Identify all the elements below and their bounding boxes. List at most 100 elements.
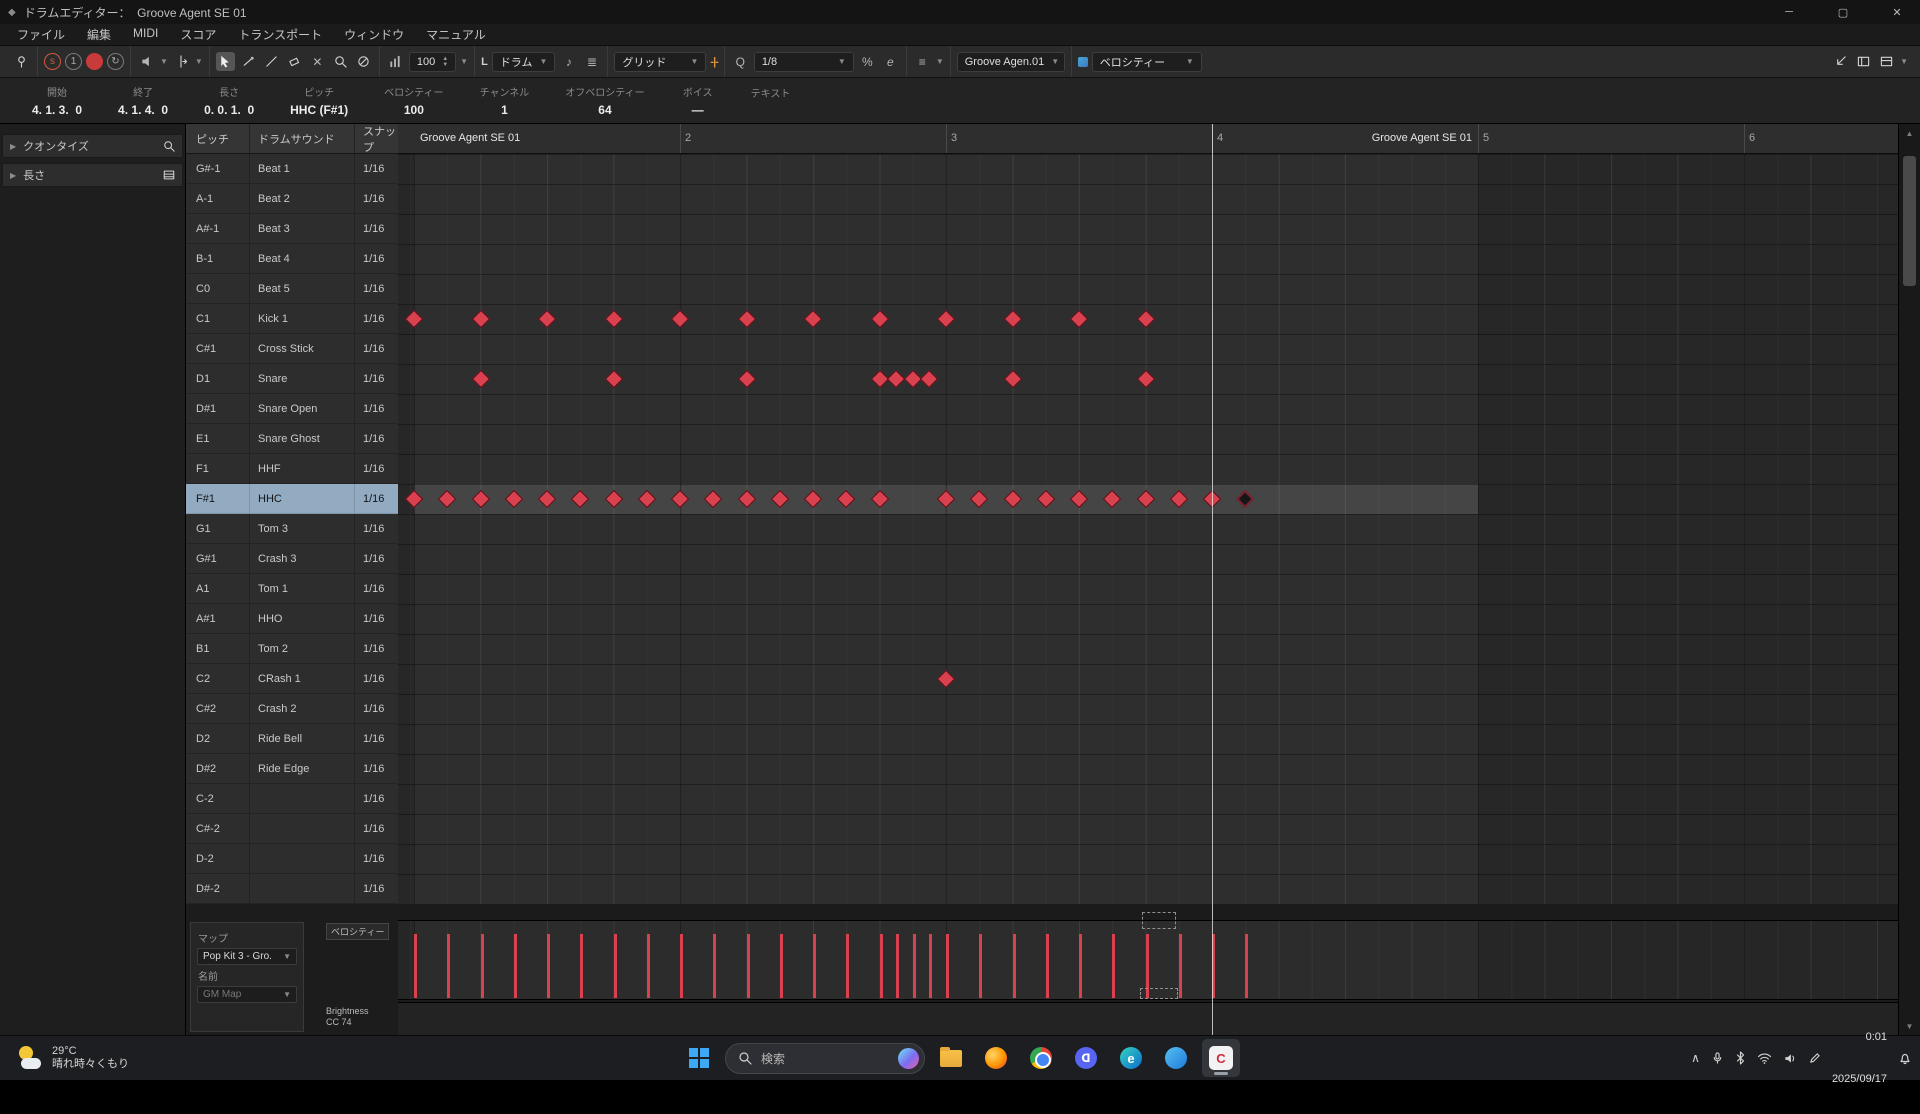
drum-note-C1[interactable] (1003, 310, 1021, 328)
pen-icon[interactable] (1808, 1052, 1821, 1065)
velocity-bar[interactable] (913, 934, 916, 998)
controller-lane-dropdown[interactable]: ベロシティー ▼ (1092, 52, 1202, 72)
velocity-bar[interactable] (929, 934, 932, 998)
drum-row-D2[interactable]: D2Ride Bell1/16 (186, 724, 398, 754)
infoline-field[interactable]: 終了4. 1. 4. 0 (100, 84, 186, 117)
drum-note-C1[interactable] (870, 310, 888, 328)
mute-tool[interactable] (354, 52, 373, 71)
drum-note-C1[interactable] (804, 310, 822, 328)
drum-note-F#1[interactable] (1070, 490, 1088, 508)
close-button[interactable]: ✕ (1874, 0, 1920, 24)
autoscroll-icon[interactable] (172, 52, 191, 71)
app-button[interactable] (1157, 1039, 1195, 1077)
menu-item-マニュアル[interactable]: マニュアル (415, 26, 497, 43)
line-tool[interactable] (262, 52, 281, 71)
infoline-field[interactable]: 長さ0. 0. 1. 0 (186, 84, 272, 117)
chevron-down-icon[interactable]: ▼ (1900, 58, 1908, 66)
drum-note-F#1[interactable] (505, 490, 523, 508)
drum-note-F#1[interactable] (1103, 490, 1121, 508)
solo-editor-button[interactable]: s (44, 53, 61, 70)
discord-button[interactable]: ᗡ (1067, 1039, 1105, 1077)
velocity-bar[interactable] (1013, 934, 1016, 998)
part-selector-dropdown[interactable]: Groove Agen.01 ▼ (957, 52, 1065, 72)
scrollbar-thumb[interactable] (1903, 156, 1916, 286)
menu-item-ファイル[interactable]: ファイル (6, 26, 76, 43)
midi-input-icon[interactable]: ≣ (582, 52, 601, 71)
notes-area[interactable] (398, 154, 1898, 904)
velocity-bar[interactable] (747, 934, 750, 998)
drum-row-D#1[interactable]: D#1Snare Open1/16 (186, 394, 398, 424)
drum-note-F#1[interactable] (771, 490, 789, 508)
scroll-down-icon[interactable]: ▼ (1899, 1017, 1920, 1035)
drum-note-F#1[interactable] (1037, 490, 1055, 508)
setup-toolbar-icon[interactable] (1877, 52, 1896, 71)
timeline-ruler[interactable]: Groove Agent SE 01 Groove Agent SE 01 23… (398, 124, 1898, 154)
vertical-scrollbar[interactable]: ▲ ▼ (1898, 124, 1920, 1035)
drum-note-F#1[interactable] (671, 490, 689, 508)
drum-note-F#1[interactable] (405, 490, 423, 508)
note-velocity-dropdown[interactable]: 100 ▲▼ (409, 52, 456, 72)
firefox-button[interactable] (977, 1039, 1015, 1077)
notification-bell-icon[interactable] (1898, 1051, 1912, 1065)
drum-row-F#1[interactable]: F#1HHC1/16 (186, 484, 398, 514)
drum-note-F#1[interactable] (737, 490, 755, 508)
copilot-icon[interactable] (898, 1048, 919, 1069)
velocity-bar[interactable] (1179, 934, 1182, 998)
velocity-bar[interactable] (514, 934, 517, 998)
snap-icon[interactable]: -|- (710, 56, 717, 68)
expression-icon[interactable]: e (881, 52, 900, 71)
drum-row-A#-1[interactable]: A#-1Beat 31/16 (186, 214, 398, 244)
minimize-button[interactable]: ─ (1766, 0, 1812, 24)
header-snap[interactable]: スナップ (355, 124, 398, 153)
drum-note-F#1[interactable] (571, 490, 589, 508)
drum-row-D-2[interactable]: D-21/16 (186, 844, 398, 874)
drum-note-F#1[interactable] (1236, 490, 1254, 508)
wifi-icon[interactable] (1757, 1052, 1772, 1065)
drum-note-F#1[interactable] (937, 490, 955, 508)
infoline-field[interactable]: テキスト (733, 85, 809, 117)
bluetooth-icon[interactable] (1735, 1051, 1746, 1065)
drum-note-C1[interactable] (1070, 310, 1088, 328)
drum-note-D1[interactable] (1136, 370, 1154, 388)
drum-note-F#1[interactable] (704, 490, 722, 508)
drum-note-D1[interactable] (737, 370, 755, 388)
velocity-bar[interactable] (680, 934, 683, 998)
menu-item-MIDI[interactable]: MIDI (122, 26, 169, 43)
velocity-bar[interactable] (647, 934, 650, 998)
inspector-item-長さ[interactable]: ▶長さ (2, 163, 183, 187)
step-input-icon[interactable]: ♪ (559, 52, 578, 71)
drum-row-G#1[interactable]: G#1Crash 31/16 (186, 544, 398, 574)
record-in-editor-button[interactable] (86, 53, 103, 70)
inspector-item-クオンタイズ[interactable]: ▶クオンタイズ (2, 134, 183, 158)
eraser-tool[interactable] (285, 52, 304, 71)
drum-row-C#-2[interactable]: C#-21/16 (186, 814, 398, 844)
drum-map-dropdown[interactable]: Pop Kit 3 - Gro. ▼ (197, 948, 297, 965)
insert-length-dropdown[interactable]: ドラム ▼ (492, 52, 556, 72)
velocity-stepper[interactable]: ▲▼ (442, 56, 448, 68)
header-pitch[interactable]: ピッチ (186, 124, 250, 153)
drum-note-F#1[interactable] (870, 490, 888, 508)
velocity-bar[interactable] (1079, 934, 1082, 998)
quantize-dropdown[interactable]: 1/8 ▼ (754, 52, 854, 72)
velocity-bar[interactable] (979, 934, 982, 998)
drum-note-D1[interactable] (471, 370, 489, 388)
velocity-bar[interactable] (614, 934, 617, 998)
cc-lane-label[interactable]: Brightness CC 74 (326, 1006, 369, 1028)
drum-row-A1[interactable]: A1Tom 11/16 (186, 574, 398, 604)
drum-row-C0[interactable]: C0Beat 51/16 (186, 274, 398, 304)
drum-note-C1[interactable] (405, 310, 423, 328)
drum-note-F#1[interactable] (438, 490, 456, 508)
volume-icon[interactable] (1783, 1052, 1797, 1065)
menu-item-トランスポート[interactable]: トランスポート (227, 26, 333, 43)
weather-widget[interactable]: 29°C 晴れ時々くもり (10, 1036, 137, 1080)
chrome-button[interactable] (1022, 1039, 1060, 1077)
velocity-bar[interactable] (1046, 934, 1049, 998)
select-tool[interactable] (216, 52, 235, 71)
step-one-button[interactable]: 1 (65, 53, 82, 70)
infoline-field[interactable]: 開始4. 1. 3. 0 (14, 84, 100, 117)
velocity-bar[interactable] (414, 934, 417, 998)
cc-lane[interactable] (398, 1002, 1898, 1035)
drum-row-G#-1[interactable]: G#-1Beat 11/16 (186, 154, 398, 184)
menu-item-スコア[interactable]: スコア (169, 26, 227, 43)
drum-row-C2[interactable]: C2CRash 11/16 (186, 664, 398, 694)
